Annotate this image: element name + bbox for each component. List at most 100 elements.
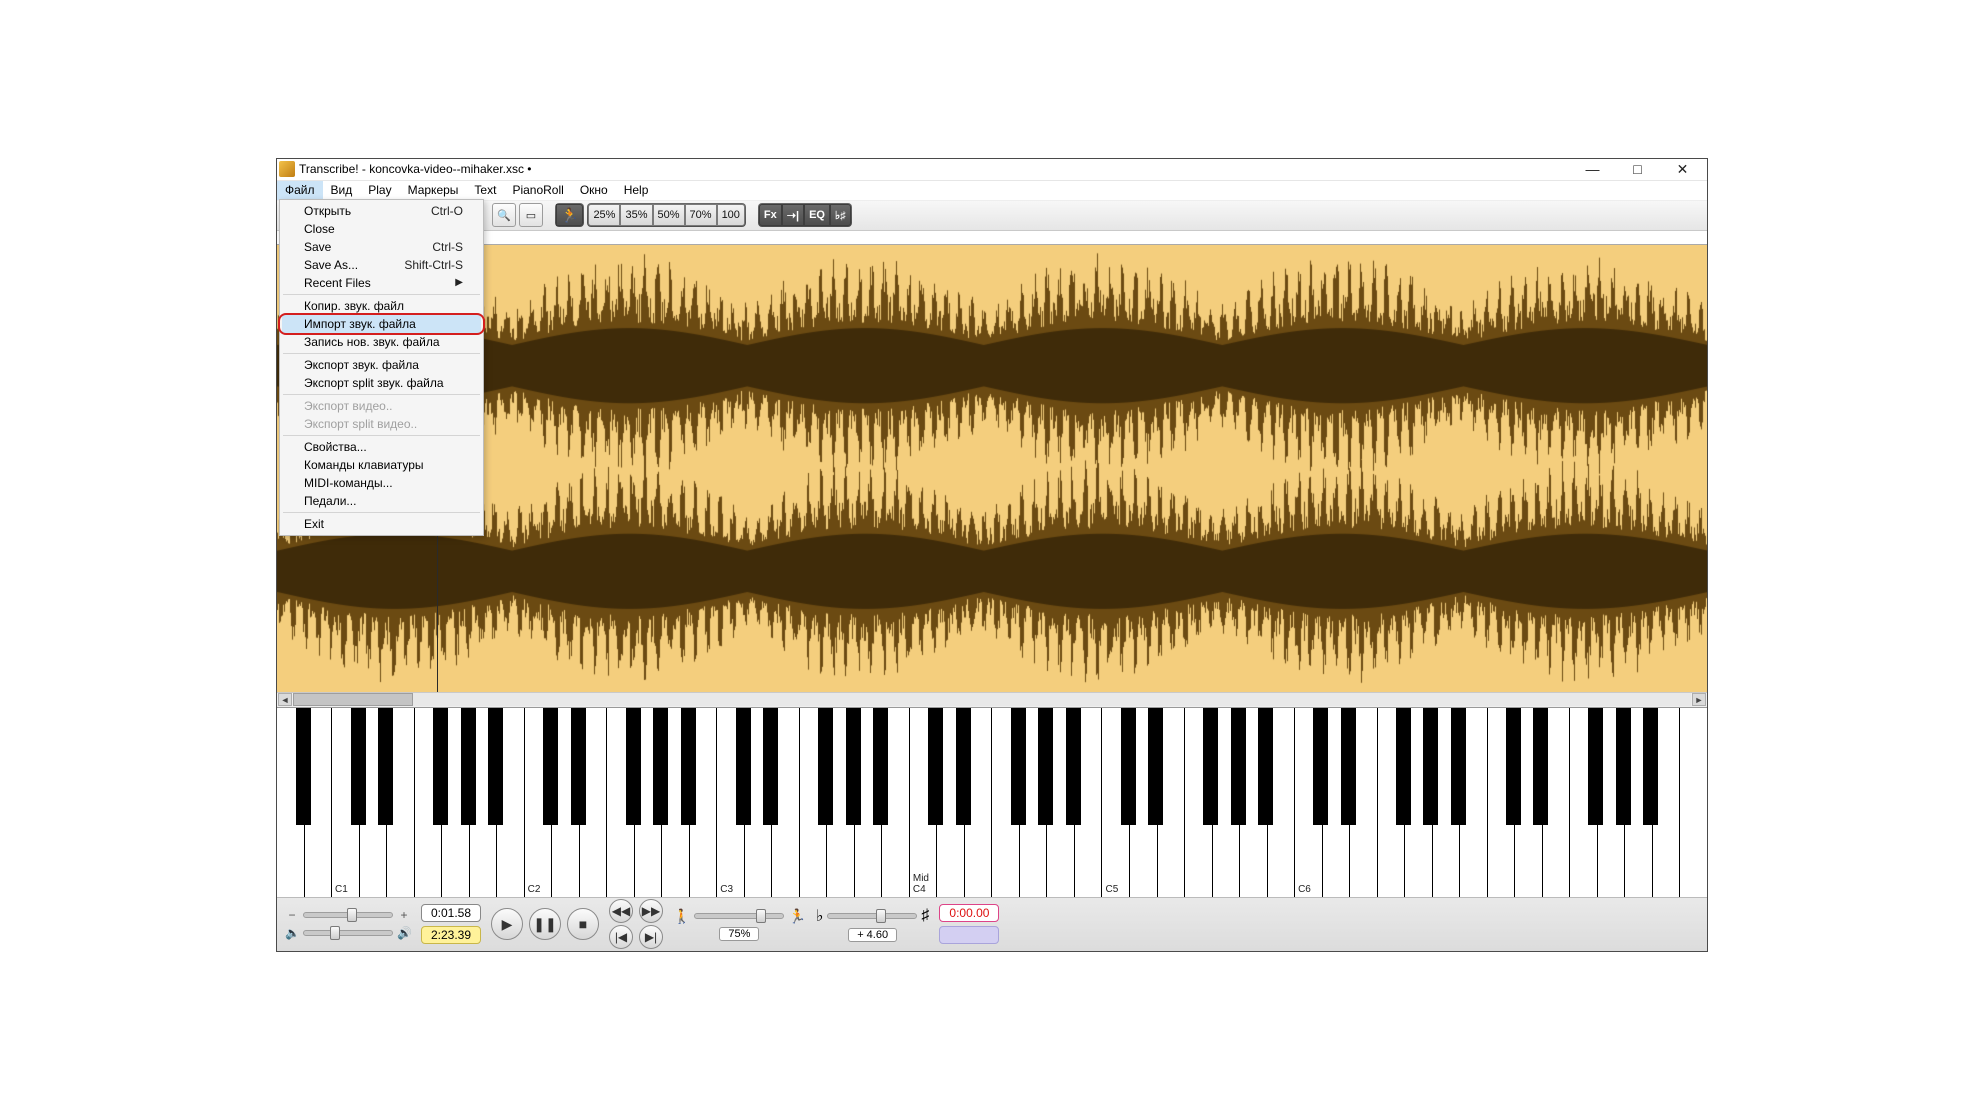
piano-white-key[interactable]: C3 — [717, 708, 745, 897]
speed-25[interactable]: 25% — [588, 204, 620, 226]
waveform-canvas[interactable] — [277, 245, 1707, 692]
waveform-area[interactable] — [277, 231, 1707, 692]
piano-white-key[interactable] — [1598, 708, 1626, 897]
menu-markers[interactable]: Маркеры — [400, 181, 467, 200]
scroll-right-icon[interactable]: ► — [1692, 693, 1706, 706]
menu-item[interactable]: Экспорт звук. файла — [282, 356, 481, 374]
zoom-out-button[interactable]: 🔍 — [492, 203, 516, 227]
piano-white-key[interactable]: C6 — [1295, 708, 1323, 897]
close-button[interactable]: ✕ — [1660, 158, 1705, 180]
rewind-button[interactable]: ◀◀ — [609, 899, 633, 923]
piano-white-key[interactable] — [305, 708, 333, 897]
piano-white-key[interactable] — [800, 708, 828, 897]
piano-white-key[interactable] — [1570, 708, 1598, 897]
piano-white-key[interactable] — [1158, 708, 1186, 897]
speed-slider[interactable] — [694, 913, 784, 919]
menu-text[interactable]: Text — [466, 181, 504, 200]
menu-item[interactable]: Копир. звук. файл — [282, 297, 481, 315]
minimize-button[interactable]: — — [1570, 158, 1615, 180]
menu-item[interactable]: ОткрытьCtrl-O — [282, 202, 481, 220]
zoom-fit-button[interactable]: ▭ — [519, 203, 543, 227]
piano-white-key[interactable] — [965, 708, 993, 897]
menu-item[interactable]: Импорт звук. файла — [282, 315, 481, 333]
piano-white-key[interactable] — [1020, 708, 1048, 897]
menu-item[interactable]: Close — [282, 220, 481, 238]
menu-item[interactable]: Команды клавиатуры — [282, 456, 481, 474]
piano-white-key[interactable] — [745, 708, 773, 897]
run-icon[interactable]: 🏃 — [556, 204, 583, 226]
piano-white-key[interactable] — [387, 708, 415, 897]
piano-white-key[interactable] — [827, 708, 855, 897]
piano-white-key[interactable] — [1185, 708, 1213, 897]
piano-white-key[interactable]: C5 — [1102, 708, 1130, 897]
scroll-thumb[interactable] — [293, 693, 413, 706]
menu-view[interactable]: Вид — [323, 181, 361, 200]
maximize-button[interactable]: □ — [1615, 158, 1660, 180]
piano-white-key[interactable] — [580, 708, 608, 897]
piano-white-key[interactable] — [1680, 708, 1707, 897]
piano-white-key[interactable] — [1515, 708, 1543, 897]
menu-help[interactable]: Help — [616, 181, 657, 200]
speed-50[interactable]: 50% — [653, 204, 685, 226]
speed-70[interactable]: 70% — [685, 204, 717, 226]
key-button[interactable]: ♭♯ — [830, 204, 851, 226]
piano-white-key[interactable] — [1460, 708, 1488, 897]
pitch-slider[interactable] — [827, 913, 917, 919]
piano-white-key[interactable] — [607, 708, 635, 897]
piano-white-key[interactable] — [360, 708, 388, 897]
volume-low-icon[interactable]: 🔈 — [285, 926, 299, 940]
piano-white-key[interactable] — [1350, 708, 1378, 897]
menu-item[interactable]: Педали... — [282, 492, 481, 510]
timeline[interactable] — [277, 231, 1707, 245]
piano-white-key[interactable] — [1405, 708, 1433, 897]
piano-white-key[interactable] — [1240, 708, 1268, 897]
piano-white-key[interactable] — [277, 708, 305, 897]
menu-play[interactable]: Play — [360, 181, 399, 200]
piano-white-key[interactable] — [690, 708, 718, 897]
eq-button[interactable]: EQ — [804, 204, 830, 226]
scroll-track[interactable] — [293, 693, 1691, 706]
pause-button[interactable]: ❚❚ — [529, 908, 561, 940]
piano-white-key[interactable] — [662, 708, 690, 897]
piano-white-key[interactable] — [992, 708, 1020, 897]
menu-pianoroll[interactable]: PianoRoll — [504, 181, 571, 200]
horizontal-scrollbar[interactable]: ◄ ► — [277, 692, 1707, 707]
piano-white-key[interactable] — [1047, 708, 1075, 897]
piano-white-key[interactable] — [1213, 708, 1241, 897]
piano-white-key[interactable] — [1075, 708, 1103, 897]
volume-slider[interactable]: 🔈 🔊 — [285, 926, 411, 940]
piano-white-key[interactable] — [937, 708, 965, 897]
piano-white-key[interactable] — [442, 708, 470, 897]
arrow-button[interactable]: ➝| — [782, 204, 804, 226]
piano-white-key[interactable]: MidC4 — [910, 708, 938, 897]
piano-white-key[interactable]: C2 — [525, 708, 553, 897]
forward-button[interactable]: ▶▶ — [639, 899, 663, 923]
menu-item[interactable]: Recent Files▶ — [282, 274, 481, 292]
piano-white-key[interactable] — [470, 708, 498, 897]
piano-white-key[interactable] — [1625, 708, 1653, 897]
speed-100[interactable]: 100 — [717, 204, 745, 226]
piano-white-key[interactable] — [1323, 708, 1351, 897]
menu-item[interactable]: MIDI-команды... — [282, 474, 481, 492]
piano-white-key[interactable] — [1378, 708, 1406, 897]
menu-file[interactable]: Файл — [277, 181, 323, 200]
piano-white-key[interactable] — [1130, 708, 1158, 897]
piano-white-key[interactable] — [415, 708, 443, 897]
plus-icon[interactable]: + — [397, 908, 411, 922]
skip-back-button[interactable]: |◀ — [609, 925, 633, 949]
piano-white-key[interactable] — [635, 708, 663, 897]
menu-item[interactable]: Запись нов. звук. файла — [282, 333, 481, 351]
piano-white-key[interactable]: C1 — [332, 708, 360, 897]
menu-window[interactable]: Окно — [572, 181, 616, 200]
piano-white-key[interactable] — [1653, 708, 1681, 897]
piano-white-key[interactable] — [497, 708, 525, 897]
piano-white-key[interactable] — [1543, 708, 1571, 897]
scroll-left-icon[interactable]: ◄ — [278, 693, 292, 706]
piano-white-key[interactable] — [855, 708, 883, 897]
menu-item[interactable]: Exit — [282, 515, 481, 533]
piano-white-key[interactable] — [772, 708, 800, 897]
piano-white-key[interactable] — [882, 708, 910, 897]
play-button[interactable]: ▶ — [491, 908, 523, 940]
piano-white-key[interactable] — [1268, 708, 1296, 897]
menu-item[interactable]: Экспорт split звук. файла — [282, 374, 481, 392]
